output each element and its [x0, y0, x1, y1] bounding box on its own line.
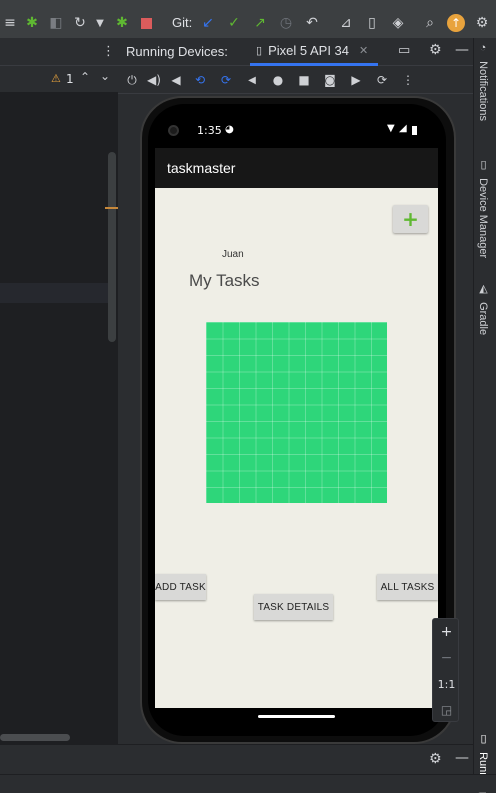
menu-icon[interactable]: ≡	[0, 13, 20, 33]
volume-up-icon[interactable]: ◀)	[146, 72, 162, 88]
more-options-icon[interactable]: ⋮	[102, 44, 115, 59]
rotate-left-icon[interactable]: ⟲	[192, 72, 208, 88]
chevron-down-icon[interactable]: ⌄	[100, 69, 110, 83]
gesture-home-bar[interactable]	[258, 715, 335, 718]
horizontal-scrollbar[interactable]	[0, 734, 70, 741]
warning-icon[interactable]: ⚠	[51, 72, 61, 85]
minimize-icon[interactable]: —	[455, 750, 469, 766]
all-tasks-button[interactable]: ALL TASKS	[377, 574, 438, 600]
power-icon[interactable]: ⏻	[124, 72, 140, 88]
status-clock: 1:35	[197, 124, 222, 137]
overview-icon[interactable]: ■	[296, 72, 312, 88]
package-icon[interactable]: ◈	[388, 13, 408, 33]
tab-device-manager[interactable]: ▯ Device Manager	[477, 158, 490, 258]
editor-scrollbar[interactable]	[108, 152, 116, 342]
editor-inspection-bar: ⚠ 1 ⌃ ⌄	[0, 66, 118, 92]
wifi-icon: ▼	[387, 123, 395, 134]
device-toolbar: ⏻ ◀) ◀ ⟲ ⟳ ◀ ● ■ ◙ ▶ ⟳ ⋮	[118, 66, 473, 94]
bell-icon: ◔	[477, 42, 489, 54]
close-icon[interactable]: ✕	[359, 44, 368, 57]
tab-notifications[interactable]: ◔ Notifications	[477, 42, 489, 121]
gear-icon[interactable]: ⚙	[429, 42, 442, 58]
device-manager-icon: ▯	[477, 158, 489, 171]
zoom-out-button[interactable]: −	[433, 645, 460, 671]
phone-icon: ▯	[256, 45, 263, 57]
battery-icon	[412, 126, 417, 135]
current-line-highlight	[0, 283, 110, 303]
tab-label: Pixel 5 API 34	[268, 43, 350, 58]
debug-attach-icon[interactable]: ✱	[112, 13, 132, 33]
sync-icon[interactable]: ↻	[70, 13, 90, 33]
device-mirror-icon[interactable]: ⊿	[336, 13, 356, 33]
settings-icon[interactable]: ⚙	[472, 13, 492, 33]
chevron-up-icon[interactable]: ⌃	[80, 70, 90, 84]
editor-area	[0, 38, 118, 744]
home-icon[interactable]: ●	[270, 72, 286, 88]
volume-down-icon[interactable]: ◀	[168, 72, 184, 88]
search-icon[interactable]: ⌕	[420, 13, 440, 33]
android-status-bar: 1:35 ◕ ▼ ◢	[155, 118, 438, 146]
back-icon[interactable]: ◀	[244, 72, 260, 88]
tab-pixel-5[interactable]: ▯ Pixel 5 API 34 ✕	[250, 38, 378, 66]
profile-icon[interactable]: ◧	[46, 13, 66, 33]
add-task-fab[interactable]: +	[393, 205, 428, 233]
running-devices-icon: ▯	[477, 732, 489, 745]
git-commit-icon[interactable]: ✓	[224, 13, 244, 33]
minimize-icon[interactable]: —	[455, 42, 469, 58]
more-icon[interactable]: ⋮	[400, 72, 416, 88]
rollback-icon[interactable]: ↶	[302, 13, 322, 33]
add-task-button[interactable]: ADD TASK	[155, 574, 206, 600]
zoom-in-button[interactable]: +	[433, 619, 460, 645]
task-image	[206, 322, 387, 503]
git-label: Git:	[172, 15, 193, 30]
tab-label: Gradle	[477, 302, 489, 336]
panel-title: Running Devices:	[126, 44, 228, 59]
gradle-icon: ◭	[477, 282, 489, 295]
username-label: Juan	[222, 249, 244, 260]
signal-icon: ◢	[399, 123, 407, 134]
actual-size-button[interactable]: 1:1	[433, 671, 460, 697]
notification-icon: ◕	[225, 124, 234, 135]
git-update-icon[interactable]: ↙	[198, 13, 218, 33]
update-icon[interactable]: ↑	[446, 13, 466, 33]
warning-marker[interactable]	[105, 207, 119, 209]
stop-icon[interactable]	[136, 13, 156, 33]
zoom-controls: + − 1:1 ◲	[432, 618, 459, 722]
my-tasks-heading: My Tasks	[189, 271, 260, 290]
tab-label: Device Manager	[477, 178, 489, 259]
app-bar: taskmaster	[155, 148, 438, 188]
history-icon[interactable]: ◷	[276, 13, 296, 33]
tab-gradle[interactable]: ◭ Gradle	[477, 282, 490, 335]
camera-icon[interactable]: ◙	[322, 72, 338, 88]
right-tool-sidebar: ◔ Notifications ▯ Device Manager ◭ Gradl…	[473, 38, 496, 793]
snapshot-icon[interactable]: ⟳	[374, 72, 390, 88]
warning-count: 1	[66, 72, 74, 86]
git-push-icon[interactable]: ↗	[250, 13, 270, 33]
task-details-button[interactable]: TASK DETAILS	[254, 594, 333, 620]
window-icon[interactable]: ▭	[398, 43, 410, 58]
running-devices-header: Running Devices: ▯ Pixel 5 API 34 ✕ ▭ ⚙ …	[118, 38, 473, 66]
tab-label: Notifications	[477, 61, 489, 121]
status-bar	[0, 774, 496, 792]
device-run-icon[interactable]: ▯	[362, 13, 382, 33]
gear-icon[interactable]: ⚙	[429, 751, 442, 767]
bug-icon[interactable]: ✱	[22, 13, 42, 33]
front-camera-icon	[168, 125, 179, 136]
dropdown-icon[interactable]: ▼	[90, 13, 110, 33]
rotate-right-icon[interactable]: ⟳	[218, 72, 234, 88]
fit-screen-icon[interactable]: ◲	[433, 697, 460, 723]
editor-tab-bar: ⋮	[0, 38, 118, 66]
bottom-tool-bar: ⚙ —	[0, 744, 473, 774]
app-title: taskmaster	[167, 160, 236, 176]
record-icon[interactable]: ▶	[348, 72, 364, 88]
